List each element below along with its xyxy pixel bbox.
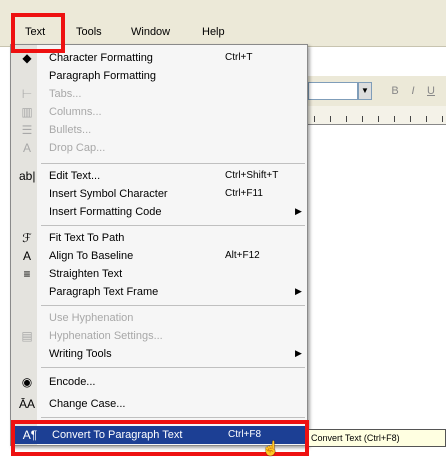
menu-item-bullets[interactable]: ☰ Bullets... <box>11 121 307 139</box>
fit-text-path-icon: ℱ <box>22 231 32 245</box>
columns-icon: ▥ <box>21 105 33 119</box>
tabs-icon: ⊢ <box>21 87 33 101</box>
font-size-combo[interactable] <box>308 82 358 100</box>
menu-item-use-hyphenation[interactable]: Use Hyphenation <box>11 309 307 327</box>
menu-item-columns[interactable]: ▥ Columns... <box>11 103 307 121</box>
bold-icon[interactable]: B <box>388 84 402 98</box>
menu-separator <box>41 305 305 306</box>
menu-window[interactable]: Window <box>131 26 170 38</box>
italic-icon[interactable]: I <box>406 84 420 98</box>
bullets-icon: ☰ <box>21 123 33 137</box>
text-menu-dropdown: ◆ Character Formatting Ctrl+T Paragraph … <box>10 44 308 446</box>
align-baseline-icon: A <box>22 249 31 263</box>
menu-item-align-to-baseline[interactable]: A Align To Baseline Alt+F12 <box>11 247 307 265</box>
menu-separator <box>41 163 305 164</box>
drop-cap-icon: A <box>22 141 31 155</box>
menu-item-paragraph-formatting[interactable]: Paragraph Formatting <box>11 67 307 85</box>
menu-item-straighten-text[interactable]: ≡ Straighten Text <box>11 265 307 283</box>
menu-tools[interactable]: Tools <box>76 26 102 38</box>
menu-item-hyphenation-settings[interactable]: ▤ Hyphenation Settings... <box>11 327 307 345</box>
chevron-down-icon[interactable]: ▼ <box>358 82 372 100</box>
change-case-icon: ĀA <box>19 397 36 411</box>
menu-help[interactable]: Help <box>202 26 225 38</box>
menu-item-insert-formatting-code[interactable]: Insert Formatting Code ▶ <box>11 203 307 221</box>
property-bar: ▼ B I U <box>308 76 446 107</box>
menu-bar: Text Tools Window Help <box>0 0 446 47</box>
menu-item-tabs[interactable]: ⊢ Tabs... <box>11 85 307 103</box>
underline-icon[interactable]: U <box>424 84 438 98</box>
menu-item-drop-cap[interactable]: A Drop Cap... <box>11 139 307 157</box>
submenu-arrow-icon: ▶ <box>295 206 302 216</box>
straighten-text-icon: ≡ <box>23 267 31 281</box>
encode-icon: ◉ <box>21 375 33 389</box>
menu-item-edit-text[interactable]: ab| Edit Text... Ctrl+Shift+T <box>11 167 307 185</box>
menu-separator <box>41 225 305 226</box>
drawing-page[interactable] <box>308 125 446 425</box>
character-format-icon: ◆ <box>22 51 32 65</box>
horizontal-ruler <box>308 106 446 125</box>
mouse-pointer-icon: ☝ <box>262 440 280 456</box>
submenu-arrow-icon: ▶ <box>295 348 302 358</box>
menu-item-insert-symbol[interactable]: Insert Symbol Character Ctrl+F11 <box>11 185 307 203</box>
menu-item-change-case[interactable]: ĀA Change Case... <box>11 395 307 413</box>
menu-separator <box>41 417 305 418</box>
menu-item-fit-text-to-path[interactable]: ℱ Fit Text To Path <box>11 229 307 247</box>
edit-text-icon: ab| <box>19 169 36 183</box>
menu-item-paragraph-text-frame[interactable]: Paragraph Text Frame ▶ <box>11 283 307 301</box>
hyphenation-icon: ▤ <box>21 329 33 343</box>
menu-separator <box>41 367 305 368</box>
annotation-box-text-menu <box>11 13 65 53</box>
menu-item-writing-tools[interactable]: Writing Tools ▶ <box>11 345 307 363</box>
submenu-arrow-icon: ▶ <box>295 286 302 296</box>
menu-item-encode[interactable]: ◉ Encode... <box>11 373 307 391</box>
tooltip: Convert Text (Ctrl+F8) <box>306 429 446 447</box>
